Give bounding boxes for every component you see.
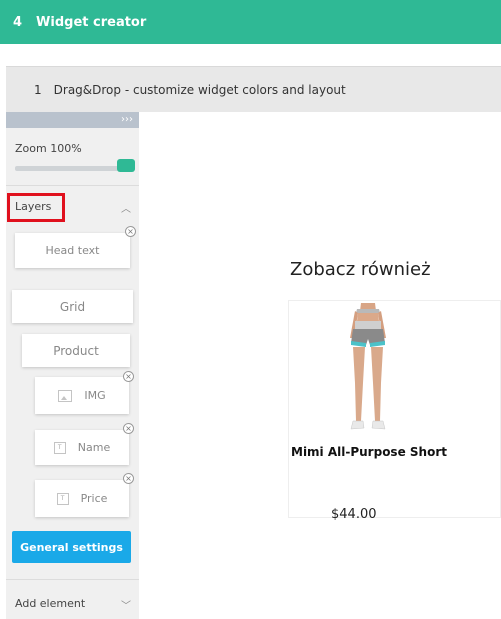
layer-label: IMG (84, 389, 106, 402)
image-icon (58, 389, 73, 402)
section-number: 1 (34, 82, 42, 97)
layer-label: Head text (45, 244, 100, 257)
text-icon: T (53, 441, 66, 454)
add-element-label[interactable]: Add element (15, 597, 85, 610)
chevron-down-icon[interactable]: ﹀ (121, 597, 131, 612)
header-spacer (0, 44, 501, 66)
layer-price[interactable]: T Price (35, 480, 129, 517)
product-card[interactable]: Mimi All-Purpose Short $44.00 (288, 300, 501, 522)
layers-sidebar: ››› Zoom 100% Layers ︿ Head text × Grid … (6, 112, 139, 619)
layer-label: Product (53, 343, 99, 358)
layer-product[interactable]: Product (22, 334, 130, 367)
layer-head-text[interactable]: Head text (15, 233, 130, 268)
layer-label: Grid (59, 299, 86, 314)
divider (6, 185, 139, 186)
layer-label: Name (77, 441, 111, 454)
product-name[interactable]: Mimi All-Purpose Short (291, 445, 447, 459)
product-image[interactable] (337, 303, 399, 435)
close-icon[interactable]: × (123, 371, 134, 382)
chevron-up-icon[interactable]: ︿ (121, 200, 131, 215)
layer-name[interactable]: T Name (35, 430, 129, 465)
layer-grid[interactable]: Grid (12, 290, 133, 323)
app-title: Widget creator (36, 14, 147, 30)
section-title: Drag&Drop - customize widget colors and … (53, 82, 346, 97)
app-header: 4 Widget creator (0, 0, 501, 44)
layer-img[interactable]: IMG (35, 377, 129, 414)
layers-highlight-box (7, 193, 65, 222)
step-number: 4 (13, 14, 23, 30)
general-settings-button[interactable]: General settings (12, 531, 131, 563)
widget-title[interactable]: Zobacz również (290, 259, 431, 280)
close-icon[interactable]: × (123, 423, 134, 434)
close-icon[interactable]: × (123, 473, 134, 484)
divider (6, 579, 139, 580)
sidebar-collapse-toggle[interactable]: ››› (6, 112, 139, 128)
zoom-label: Zoom 100% (15, 142, 82, 155)
widget-preview: Zobacz również Mimi All-Purpose Short $4… (281, 243, 501, 531)
text-icon: T (56, 492, 69, 505)
close-icon[interactable]: × (125, 226, 136, 237)
layer-label: Price (80, 492, 108, 505)
section-header[interactable]: 1 Drag&Drop - customize widget colors an… (6, 66, 501, 112)
product-price: $44.00 (331, 507, 377, 522)
zoom-slider-handle[interactable] (117, 159, 135, 172)
